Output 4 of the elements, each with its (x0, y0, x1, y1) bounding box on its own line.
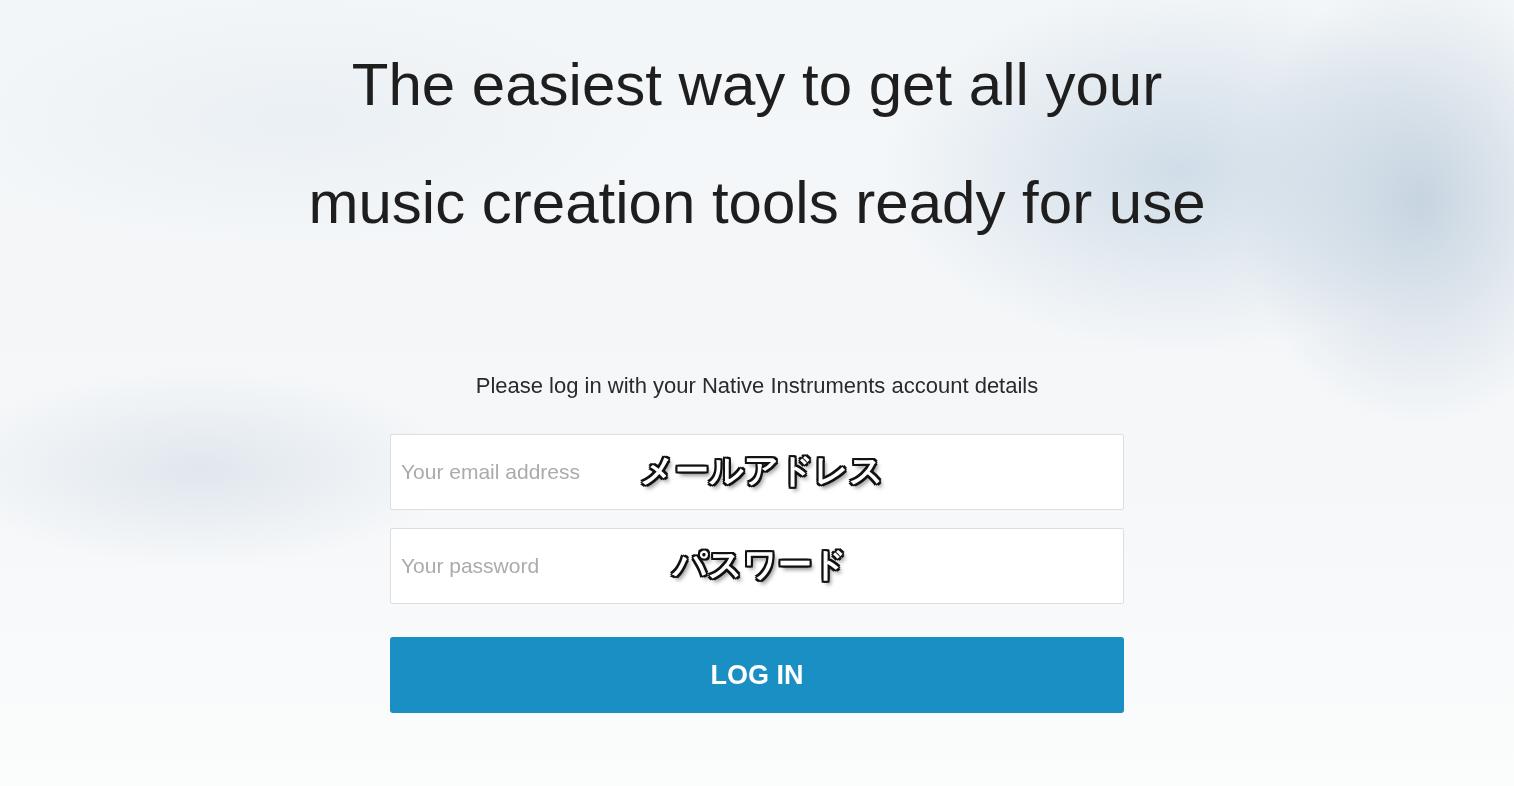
login-button[interactable]: LOG IN (390, 637, 1124, 713)
annotation-label: メールアドレス (639, 450, 884, 491)
login-prompt: Please log in with your Native Instruments account details (475, 372, 1039, 400)
headline: The easiest way to get all your music creation tools ready for use (308, 50, 1206, 238)
